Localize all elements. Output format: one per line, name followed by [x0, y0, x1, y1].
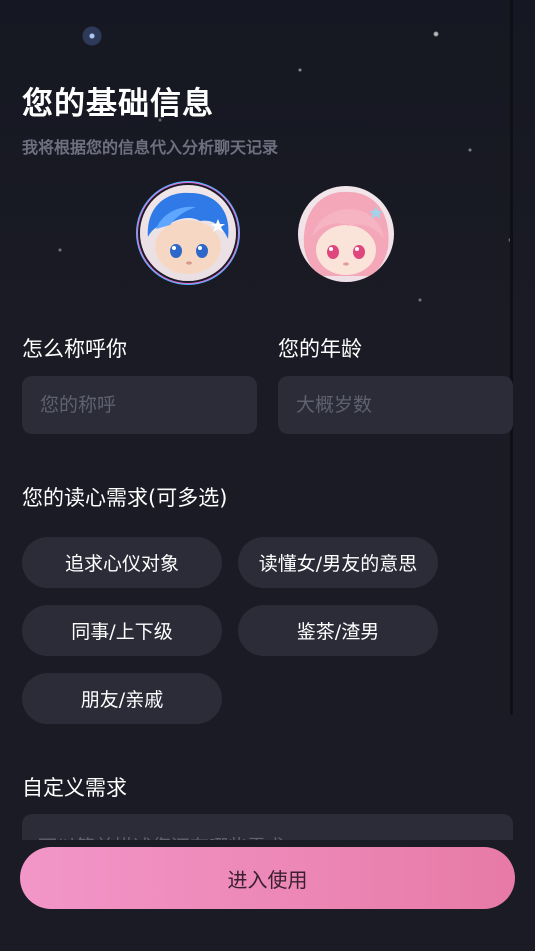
nickname-input[interactable]	[38, 393, 241, 417]
page-subtitle: 我将根据您的信息代入分析聊天记录	[22, 138, 279, 157]
girl-avatar-icon	[303, 191, 389, 276]
need-chip-friends-family[interactable]: 朋友/亲戚	[22, 673, 222, 724]
nickname-field[interactable]	[22, 376, 257, 434]
female-avatar-option[interactable]	[298, 186, 394, 282]
page-title: 您的基础信息	[22, 86, 214, 122]
male-avatar-option[interactable]	[140, 185, 236, 281]
profile-form-page: 您的基础信息 我将根据您的信息代入分析聊天记录 怎么称呼你 您的年龄 您的称呼 …	[0, 0, 535, 951]
enter-button[interactable]: 进入使用	[20, 847, 515, 909]
need-chip-pursue-crush[interactable]: 追求心仪对象	[22, 537, 222, 588]
boy-avatar-icon	[147, 192, 229, 274]
need-chip-detect-players[interactable]: 鉴茶/渣男	[238, 605, 438, 656]
needs-label: 您的读心需求(可多选)	[22, 486, 228, 510]
age-label: 您的年龄	[278, 337, 362, 361]
nickname-label: 怎么称呼你	[22, 337, 127, 361]
custom-need-label: 自定义需求	[22, 776, 127, 800]
need-chip-understand-partner[interactable]: 读懂女/男友的意思	[238, 537, 438, 588]
need-chip-coworkers[interactable]: 同事/上下级	[22, 605, 222, 656]
age-field[interactable]	[278, 376, 513, 434]
age-input[interactable]	[294, 393, 497, 417]
